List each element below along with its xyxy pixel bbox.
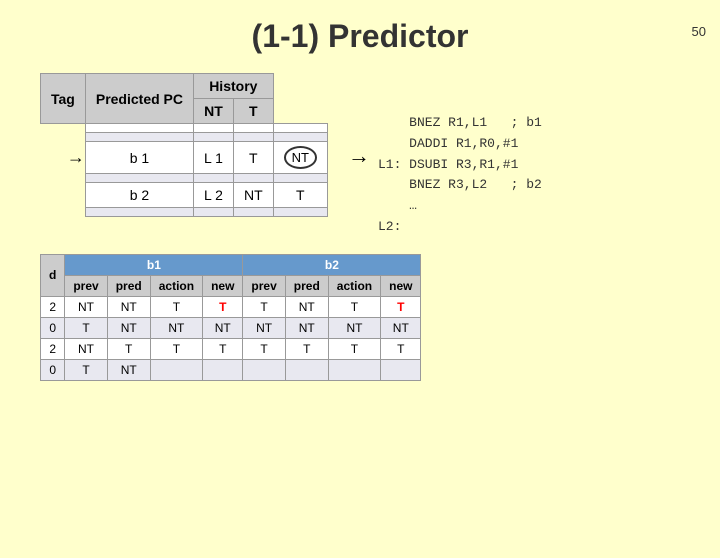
col-pc-header: Predicted PC <box>85 74 193 124</box>
table-row: 0 <box>41 359 65 380</box>
table-row <box>85 208 193 217</box>
table-row <box>233 124 273 133</box>
table-row <box>273 124 327 133</box>
table-row <box>328 359 380 380</box>
table-row: 2 <box>41 296 65 317</box>
row-arrow <box>41 183 86 208</box>
bottom-subheader: new <box>203 275 243 296</box>
table-row <box>85 124 193 133</box>
table-row: T <box>233 142 273 174</box>
table-row <box>273 208 327 217</box>
col-d-header: d <box>41 254 65 296</box>
table-row: T <box>203 296 243 317</box>
row-arrow <box>41 174 86 183</box>
table-row: NT <box>285 317 328 338</box>
bottom-subheader: pred <box>107 275 150 296</box>
table-row <box>194 208 234 217</box>
table-row <box>194 174 234 183</box>
table-row <box>194 133 234 142</box>
page-number: 50 <box>692 24 706 39</box>
table-row: NT <box>273 142 327 174</box>
row-arrow <box>41 124 86 133</box>
table-row: NT <box>150 317 202 338</box>
row-arrow <box>41 133 86 142</box>
col-tag-header: Tag <box>41 74 86 124</box>
table-row: b 2 <box>85 183 193 208</box>
table-row: T <box>107 338 150 359</box>
col-nt-header: NT <box>194 99 234 124</box>
table-row: T <box>328 296 380 317</box>
table-row: T <box>285 338 328 359</box>
table-row: NT <box>65 296 107 317</box>
table-row <box>233 208 273 217</box>
table-row: T <box>243 338 285 359</box>
table-row: T <box>381 296 421 317</box>
table-row: NT <box>107 296 150 317</box>
table-row: NT <box>285 296 328 317</box>
bottom-subheader: prev <box>65 275 107 296</box>
table-row <box>273 133 327 142</box>
table-row: NT <box>107 359 150 380</box>
table-row <box>85 133 193 142</box>
table-row: T <box>381 338 421 359</box>
col-b2-header: b2 <box>243 254 421 275</box>
bottom-subheader: new <box>381 275 421 296</box>
table-row: T <box>328 338 380 359</box>
table-row: NT <box>381 317 421 338</box>
table-row: T <box>150 338 202 359</box>
table-row: NT <box>243 317 285 338</box>
table-row: T <box>203 338 243 359</box>
table-row <box>381 359 421 380</box>
bottom-subheader: pred <box>285 275 328 296</box>
table-row: NT <box>233 183 273 208</box>
table-row: L 2 <box>194 183 234 208</box>
table-row <box>243 359 285 380</box>
predictor-section: Tag Predicted PC History NT T →b 1L 1TNT… <box>40 73 328 217</box>
bottom-section: d b1 b2 prevpredactionnewprevpredactionn… <box>0 254 720 381</box>
table-row: T <box>243 296 285 317</box>
table-row: NT <box>65 338 107 359</box>
code-arrow: → <box>348 143 370 169</box>
table-row: T <box>65 317 107 338</box>
bottom-table: d b1 b2 prevpredactionnewprevpredactionn… <box>40 254 421 381</box>
table-row <box>273 174 327 183</box>
col-history-header: History <box>194 74 274 99</box>
table-row: L 1 <box>194 142 234 174</box>
table-row: 2 <box>41 338 65 359</box>
table-row <box>150 359 202 380</box>
table-row <box>285 359 328 380</box>
page-title: (1-1) Predictor <box>0 18 720 55</box>
table-row <box>194 124 234 133</box>
table-row: NT <box>328 317 380 338</box>
table-row: NT <box>203 317 243 338</box>
row-arrow: → <box>41 142 86 174</box>
table-row <box>203 359 243 380</box>
table-row: T <box>273 183 327 208</box>
table-row: T <box>65 359 107 380</box>
table-row: NT <box>107 317 150 338</box>
col-t-header: T <box>233 99 273 124</box>
table-row <box>233 174 273 183</box>
row-arrow <box>41 208 86 217</box>
predictor-table: Tag Predicted PC History NT T →b 1L 1TNT… <box>40 73 328 217</box>
table-row <box>85 174 193 183</box>
bottom-subheader: prev <box>243 275 285 296</box>
table-row: T <box>150 296 202 317</box>
bottom-subheader: action <box>328 275 380 296</box>
code-block: BNEZ R1,L1 ; b1 DADDI R1,R0,#1 L1: DSUBI… <box>378 113 542 238</box>
bottom-subheader: action <box>150 275 202 296</box>
col-b1-header: b1 <box>65 254 243 275</box>
table-row <box>233 133 273 142</box>
table-row: 0 <box>41 317 65 338</box>
table-row: b 1 <box>85 142 193 174</box>
